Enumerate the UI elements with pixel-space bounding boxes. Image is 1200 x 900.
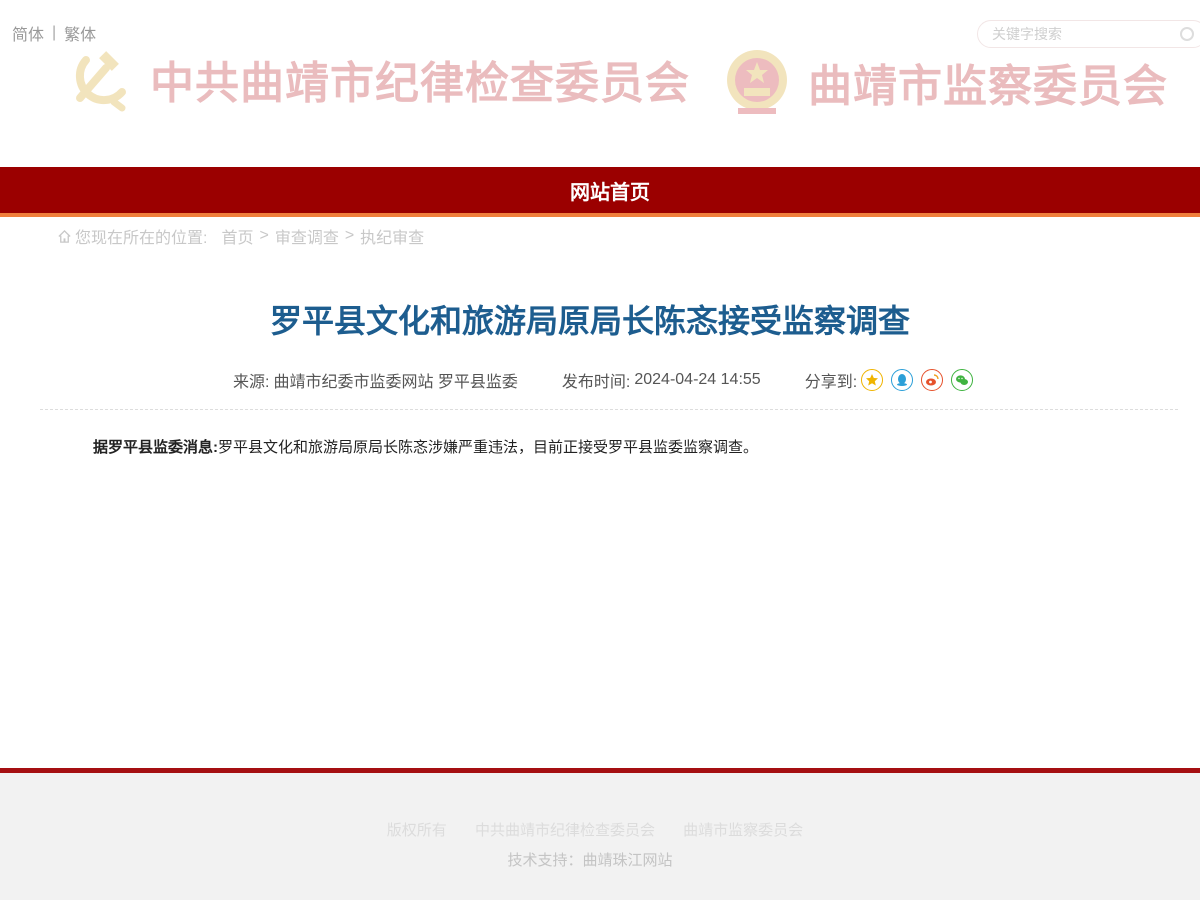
search-icon[interactable] bbox=[1180, 27, 1194, 41]
breadcrumb-item-investigation[interactable]: 审查调查 bbox=[275, 224, 339, 248]
search-box bbox=[977, 20, 1200, 48]
footer-links: 版权所有 中共曲靖市纪律检查委员会 曲靖市监察委员会 bbox=[0, 819, 1200, 840]
weibo-icon[interactable] bbox=[921, 369, 944, 391]
footer-link-discipline-commission[interactable]: 中共曲靖市纪律检查委员会 bbox=[475, 822, 655, 839]
qq-icon[interactable] bbox=[891, 369, 914, 391]
breadcrumb-separator: > bbox=[344, 227, 355, 244]
publish-time-label: 发布时间: bbox=[561, 374, 631, 391]
article-lead: 据罗平县监委消息: bbox=[93, 439, 218, 456]
share-icons bbox=[861, 369, 981, 391]
share-label: 分享到: bbox=[804, 374, 858, 391]
simplified-chinese-link[interactable]: 简体 bbox=[12, 21, 44, 45]
publish-time-value: 2024-04-24 14:55 bbox=[634, 371, 761, 388]
traditional-chinese-link[interactable]: 繁体 bbox=[64, 21, 96, 45]
breadcrumb: 您现在所在的位置: 首页 > 审查调查 > 执纪审查 bbox=[57, 224, 424, 248]
breadcrumb-separator: > bbox=[259, 227, 269, 244]
breadcrumb-item-discipline-review[interactable]: 执纪审查 bbox=[360, 224, 424, 248]
article-body: 据罗平县监委消息:罗平县文化和旅游局原局长陈忞涉嫌严重违法，目前正接受罗平县监委… bbox=[93, 436, 758, 457]
breadcrumb-prefix: 您现在所在的位置: bbox=[75, 230, 208, 247]
footer-link-supervision-commission[interactable]: 曲靖市监察委员会 bbox=[683, 822, 803, 839]
wechat-icon[interactable] bbox=[951, 369, 974, 391]
banner-left-title: 中共曲靖市纪律检查委员会 bbox=[150, 58, 690, 109]
article-meta: 来源: 曲靖市纪委市监委网站 罗平县监委 发布时间: 2024-04-24 14… bbox=[233, 368, 981, 392]
footer: 版权所有 中共曲靖市纪律检查委员会 曲靖市监察委员会 技术支持：曲靖珠江网站 bbox=[0, 773, 1200, 900]
language-separator: | bbox=[52, 24, 57, 41]
party-emblem-icon bbox=[75, 51, 126, 112]
nav-home-link[interactable]: 网站首页 bbox=[570, 176, 650, 205]
article-body-text: 罗平县文化和旅游局原局长陈忞涉嫌严重违法，目前正接受罗平县监委监察调查。 bbox=[218, 439, 759, 456]
source-label: 来源: bbox=[233, 374, 270, 391]
footer-copyright: 版权所有 bbox=[386, 822, 447, 839]
search-input[interactable] bbox=[992, 21, 1192, 47]
national-emblem-icon bbox=[727, 50, 787, 114]
article-title: 罗平县文化和旅游局原局长陈忞接受监察调查 bbox=[269, 303, 910, 339]
language-switch: 简体 | 繁体 bbox=[12, 21, 96, 45]
breadcrumb-item-home[interactable]: 首页 bbox=[221, 224, 253, 248]
banner-right-title: 曲靖市监察委员会 bbox=[808, 61, 1168, 112]
footer-tech-support: 技术支持：曲靖珠江网站 bbox=[507, 852, 673, 869]
page: 简体 | 繁体 中共曲靖市纪律检查委员会 曲靖市监察委员会 网站首页 bbox=[0, 0, 1200, 900]
source-value: 曲靖市纪委市监委网站 罗平县监委 bbox=[273, 374, 518, 391]
home-icon bbox=[58, 229, 71, 243]
meta-divider bbox=[40, 409, 1178, 410]
star-icon[interactable] bbox=[861, 369, 884, 391]
banner-left: 中共曲靖市纪律检查委员会 bbox=[66, 46, 690, 112]
banner-right: 曲靖市监察委员会 bbox=[724, 46, 1168, 118]
navbar-underline bbox=[0, 213, 1200, 217]
main-navbar: 网站首页 bbox=[0, 167, 1200, 213]
